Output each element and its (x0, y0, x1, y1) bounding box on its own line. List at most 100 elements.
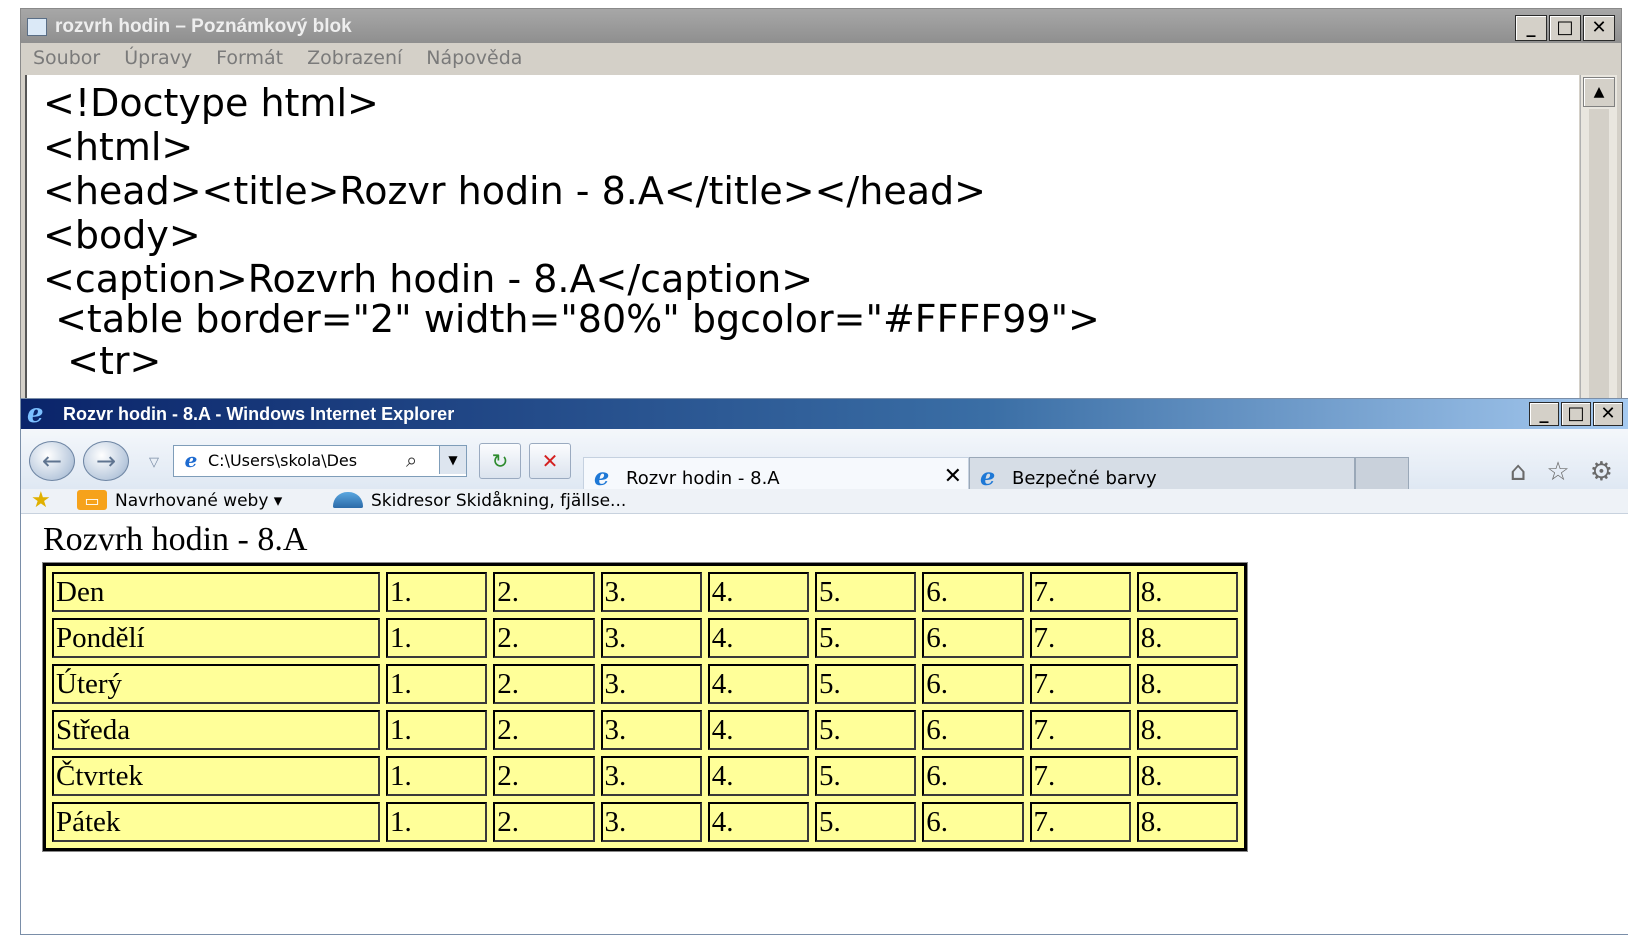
lesson-cell: 2. (493, 618, 595, 658)
lesson-cell: 2. (493, 756, 595, 796)
lesson-cell: 8. (1136, 756, 1238, 796)
lesson-cell: 1. (386, 802, 488, 842)
ie-command-icons: ⌂ ☆ ⚙ (1510, 459, 1613, 485)
lesson-cell: 4. (707, 802, 809, 842)
lesson-cell: 2. (493, 710, 595, 750)
table-row: Pondělí 1. 2. 3. 4. 5. 6. 7. 8. (52, 618, 1238, 658)
lesson-cell: 3. (600, 664, 702, 704)
page-content: Rozvrh hodin - 8.A Den 1. 2. 3. 4. 5. 6. 7. 8. Po… (21, 515, 1628, 934)
code-line: <html> (43, 125, 194, 169)
table-row: Středa 1. 2. 3. 4. 5. 6. 7. 8. (52, 710, 1238, 750)
menu-zobrazeni[interactable]: Zobrazení (307, 47, 402, 69)
menu-napoveda[interactable]: Nápověda (426, 47, 522, 69)
lesson-cell: 7. (1029, 710, 1131, 750)
lesson-cell: 1. (386, 618, 488, 658)
lesson-cell: 7. (1029, 802, 1131, 842)
close-tab-icon[interactable]: ✕ (944, 464, 962, 489)
lesson-cell: 3. (600, 756, 702, 796)
forward-button[interactable]: → (83, 441, 129, 481)
code-line: <head><title>Rozvr hodin - 8.A</title></… (43, 169, 986, 213)
code-line: <body> (43, 213, 201, 257)
ie-minimize-button[interactable]: _ (1529, 402, 1559, 426)
lesson-cell: 6. (922, 664, 1024, 704)
back-button[interactable]: ← (29, 441, 75, 481)
timetable: Den 1. 2. 3. 4. 5. 6. 7. 8. Pondělí 1. 2. 3. 4. 5. 6. 7.… (42, 562, 1248, 852)
search-icon[interactable]: ⌕ (406, 448, 417, 472)
ie-maximize-button[interactable]: □ (1561, 402, 1591, 426)
notepad-app-icon[interactable] (27, 18, 47, 36)
home-icon[interactable]: ⌂ (1510, 459, 1527, 485)
suggested-sites-icon: ▭ (77, 490, 107, 510)
notepad-maximize-button[interactable]: □ (1549, 15, 1581, 41)
scroll-up-arrow-icon[interactable]: ▲ (1583, 77, 1615, 107)
code-line: <!Doctype html> (43, 81, 379, 125)
notepad-text-area[interactable]: <!Doctype html> <html> <head><title>Rozv… (25, 75, 1579, 399)
notepad-vertical-scrollbar[interactable]: ▲ (1580, 75, 1617, 399)
menu-format[interactable]: Formát (216, 47, 283, 69)
favorites-star-icon[interactable]: ☆ (1546, 459, 1569, 485)
menu-soubor[interactable]: Soubor (33, 47, 100, 69)
day-cell: Čtvrtek (52, 756, 380, 796)
lesson-cell: 6. (922, 802, 1024, 842)
page-icon: e (184, 448, 198, 472)
lesson-cell: 4. (707, 618, 809, 658)
tab-label: Rozvr hodin - 8.A (626, 468, 780, 489)
lesson-cell: 5. (815, 802, 917, 842)
favorites-bar: ★ ▭ Navrhované weby ▾ Skidresor Skidåkni… (21, 489, 1628, 514)
table-row: Čtvrtek 1. 2. 3. 4. 5. 6. 7. 8. (52, 756, 1238, 796)
lesson-cell: 7. (1029, 664, 1131, 704)
day-cell: Středa (52, 710, 380, 750)
history-dropdown-icon[interactable]: ▽ (149, 455, 159, 470)
table-caption: Rozvrh hodin - 8.A (43, 521, 308, 558)
lesson-cell: 1. (386, 710, 488, 750)
lesson-cell: 5. (815, 710, 917, 750)
scroll-track[interactable] (1589, 109, 1609, 399)
refresh-button[interactable]: ↻ (479, 443, 521, 479)
ie-navigation-bar: ← → ▽ e C:\Users\skola\Des ⌕ ▼ ↻ ✕ e Roz… (21, 429, 1628, 499)
notepad-minimize-button[interactable]: _ (1515, 15, 1547, 41)
ie-title-bar[interactable]: e Rozvr hodin - 8.A - Windows Internet E… (21, 399, 1628, 429)
address-input[interactable]: C:\Users\skola\Des (208, 451, 384, 470)
lesson-cell: 5. (815, 756, 917, 796)
lesson-cell: 5. (815, 664, 917, 704)
notepad-close-button[interactable]: ✕ (1583, 15, 1615, 41)
lesson-cell: 6. (922, 618, 1024, 658)
ie-window-title: Rozvr hodin - 8.A - Windows Internet Exp… (63, 404, 455, 424)
favorites-item-suggested-sites[interactable]: Navrhované weby ▾ (115, 491, 282, 511)
lesson-cell: 2. (493, 802, 595, 842)
menu-upravy[interactable]: Úpravy (124, 47, 192, 69)
lesson-cell: 7. (1029, 572, 1131, 612)
notepad-title-bar[interactable]: rozvrh hodin – Poznámkový blok _ □ ✕ (21, 9, 1621, 43)
code-line: <caption>Rozvrh hodin - 8.A</caption> (43, 257, 814, 301)
lesson-cell: 3. (600, 710, 702, 750)
code-line: <table border="2" width="80%" bgcolor="#… (43, 297, 1100, 341)
tab-label: Bezpečné barvy (1012, 468, 1157, 489)
ie-tab-icon: e (594, 462, 610, 491)
table-row: Den 1. 2. 3. 4. 5. 6. 7. 8. (52, 572, 1238, 612)
tools-gear-icon[interactable]: ⚙ (1590, 459, 1613, 485)
ski-site-icon (333, 492, 363, 508)
favorites-item-skidresor[interactable]: Skidresor Skidåkning, fjällse... (371, 491, 626, 511)
lesson-cell: 3. (600, 618, 702, 658)
lesson-cell: 6. (922, 710, 1024, 750)
lesson-cell: 4. (707, 710, 809, 750)
lesson-cell: 1. (386, 756, 488, 796)
code-line: <tr> (43, 339, 162, 383)
lesson-cell: 2. (493, 572, 595, 612)
lesson-cell: 5. (815, 572, 917, 612)
lesson-cell: 6. (922, 756, 1024, 796)
lesson-cell: 7. (1029, 618, 1131, 658)
ie-tab-icon: e (980, 462, 996, 491)
ie-window: e Rozvr hodin - 8.A - Windows Internet E… (20, 398, 1628, 935)
lesson-cell: 5. (815, 618, 917, 658)
ie-close-button[interactable]: ✕ (1593, 402, 1623, 426)
day-cell: Pondělí (52, 618, 380, 658)
stop-button[interactable]: ✕ (529, 443, 571, 479)
lesson-cell: 4. (707, 572, 809, 612)
add-favorites-star-icon[interactable]: ★ (31, 489, 51, 513)
lesson-cell: 3. (600, 572, 702, 612)
address-bar[interactable]: e C:\Users\skola\Des ⌕ ▼ (173, 445, 467, 477)
lesson-cell: 1. (386, 664, 488, 704)
address-dropdown-icon[interactable]: ▼ (439, 446, 466, 474)
lesson-cell: 4. (707, 664, 809, 704)
